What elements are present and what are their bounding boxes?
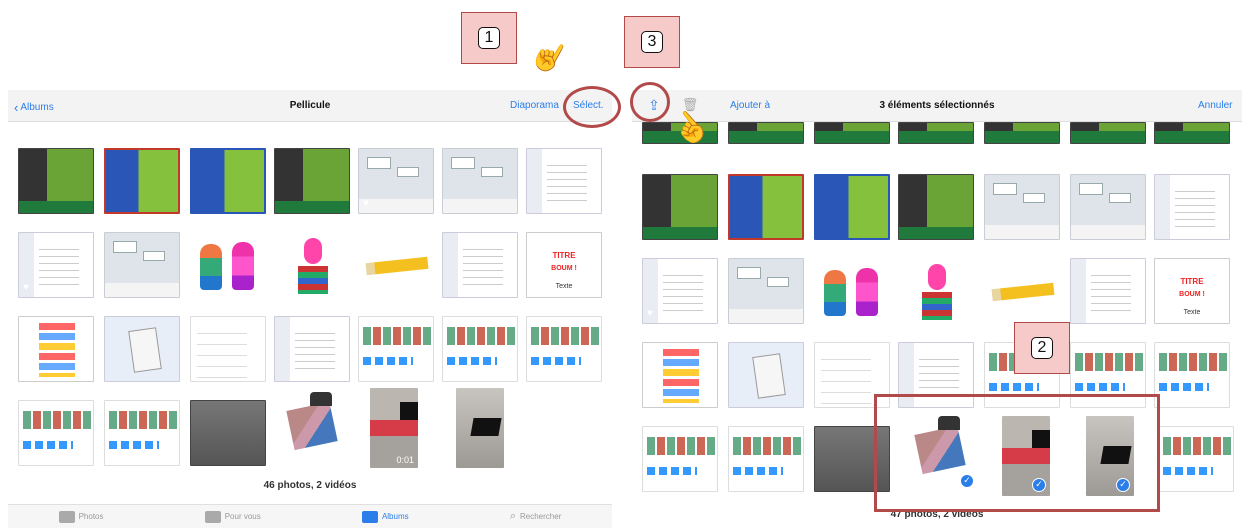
- add-to-button[interactable]: Ajouter à: [730, 100, 770, 111]
- thumb-titre-text: TITRE: [1180, 277, 1204, 286]
- heart-icon: ♥: [647, 308, 653, 319]
- photo-thumbnail[interactable]: [18, 148, 94, 214]
- photo-thumbnail[interactable]: [642, 174, 718, 240]
- photo-thumbnail[interactable]: [898, 174, 974, 240]
- photo-thumbnail[interactable]: [1154, 174, 1230, 240]
- photos-icon: [58, 510, 75, 523]
- photo-thumbnail[interactable]: TITRE BOUM ! Texte: [526, 232, 602, 298]
- photo-thumbnail[interactable]: [814, 122, 890, 144]
- search-icon: ⌕: [509, 510, 516, 522]
- photo-thumbnail[interactable]: [898, 122, 974, 144]
- callout-step-1: 1: [461, 12, 517, 64]
- thumb-boum-text: BOUM !: [551, 265, 577, 272]
- selection-title: 3 éléments sélectionnés: [879, 100, 995, 111]
- photo-thumbnail[interactable]: [190, 400, 266, 466]
- thumb-texte-text: Texte: [1183, 309, 1201, 316]
- photo-thumbnail[interactable]: [1154, 122, 1230, 144]
- tab-for-you[interactable]: Pour vous: [204, 510, 261, 523]
- nav-bar: ⇪ 🗑 Ajouter à 3 éléments sélectionnés An…: [632, 90, 1242, 122]
- photo-thumbnail[interactable]: [1158, 426, 1234, 492]
- photo-thumbnail[interactable]: [274, 388, 350, 468]
- back-albums-button[interactable]: ‹ Albums: [14, 100, 54, 115]
- photo-thumbnail[interactable]: [642, 342, 718, 408]
- photo-thumbnail[interactable]: [526, 316, 602, 382]
- photo-thumbnail[interactable]: [898, 258, 974, 324]
- photo-thumbnail[interactable]: [526, 148, 602, 214]
- photo-thumbnail[interactable]: [814, 174, 890, 240]
- selected-items-box: [874, 394, 1160, 512]
- photo-thumbnail[interactable]: [728, 426, 804, 492]
- photo-thumbnail[interactable]: [104, 316, 180, 382]
- photo-thumbnail[interactable]: [1070, 258, 1146, 324]
- photo-thumbnail[interactable]: [274, 316, 350, 382]
- thumb-texte-text: Texte: [555, 283, 573, 290]
- callout-step-2: 2: [1014, 322, 1070, 374]
- nav-bar: ‹ Albums Pellicule Diaporama Sélect.: [8, 90, 612, 122]
- photo-thumbnail[interactable]: ♥: [18, 232, 94, 298]
- video-thumbnail[interactable]: 0:01: [370, 388, 418, 468]
- photo-thumbnail[interactable]: [442, 316, 518, 382]
- photo-thumbnail[interactable]: [1154, 342, 1230, 408]
- tab-photos[interactable]: Photos: [58, 510, 104, 523]
- heart-icon: ♥: [363, 198, 369, 209]
- photo-thumbnail[interactable]: [104, 232, 180, 298]
- photo-thumbnail[interactable]: [984, 122, 1060, 144]
- cancel-button[interactable]: Annuler: [1198, 100, 1232, 111]
- photo-thumbnail[interactable]: [442, 232, 518, 298]
- tab-bar: Photos Pour vous Albums ⌕ Rechercher: [8, 504, 612, 528]
- library-count: 46 photos, 2 vidéos: [263, 480, 357, 491]
- photo-thumbnail[interactable]: [728, 342, 804, 408]
- video-thumbnail[interactable]: [456, 388, 504, 468]
- photo-thumbnail[interactable]: [442, 148, 518, 214]
- photo-thumbnail[interactable]: [190, 232, 266, 298]
- thumb-boum-text: BOUM !: [1179, 291, 1205, 298]
- highlight-select-ring: [563, 86, 621, 128]
- photo-thumbnail[interactable]: [104, 148, 180, 214]
- thumb-titre-text: TITRE: [552, 251, 576, 260]
- photo-thumbnail[interactable]: [18, 400, 94, 466]
- photo-thumbnail[interactable]: [274, 232, 350, 298]
- photo-thumbnail[interactable]: [1070, 122, 1146, 144]
- photo-thumbnail[interactable]: [1070, 174, 1146, 240]
- photo-thumbnail[interactable]: [984, 258, 1060, 324]
- callout-step-3: 3: [624, 16, 680, 68]
- photo-thumbnail[interactable]: [104, 400, 180, 466]
- chevron-left-icon: ‹: [14, 100, 19, 115]
- photo-thumbnail[interactable]: [18, 316, 94, 382]
- tab-albums[interactable]: Albums: [361, 510, 409, 523]
- video-duration: 0:01: [396, 455, 414, 465]
- photo-thumbnail[interactable]: [728, 174, 804, 240]
- photo-thumbnail[interactable]: [728, 258, 804, 324]
- for-you-icon: [204, 510, 221, 523]
- photo-thumbnail[interactable]: TITRE BOUM ! Texte: [1154, 258, 1230, 324]
- photo-thumbnail[interactable]: [358, 232, 434, 298]
- photo-thumbnail[interactable]: ♥: [642, 258, 718, 324]
- slideshow-button[interactable]: Diaporama: [510, 100, 559, 111]
- photo-thumbnail[interactable]: [984, 174, 1060, 240]
- albums-icon: [361, 510, 378, 523]
- photo-thumbnail[interactable]: [190, 148, 266, 214]
- photo-thumbnail[interactable]: [814, 258, 890, 324]
- tab-search[interactable]: ⌕ Rechercher: [510, 510, 562, 523]
- photo-thumbnail[interactable]: [274, 148, 350, 214]
- pointing-hand-icon: ☝: [524, 32, 574, 81]
- photo-thumbnail[interactable]: [728, 122, 804, 144]
- photo-thumbnail[interactable]: [642, 426, 718, 492]
- heart-icon: ♥: [23, 282, 29, 293]
- highlight-share-ring: [630, 82, 670, 122]
- photo-thumbnail[interactable]: [358, 316, 434, 382]
- left-screen: ‹ Albums Pellicule Diaporama Sélect. ♥ ♥…: [8, 90, 612, 528]
- photo-thumbnail[interactable]: ♥: [358, 148, 434, 214]
- photo-thumbnail[interactable]: [190, 316, 266, 382]
